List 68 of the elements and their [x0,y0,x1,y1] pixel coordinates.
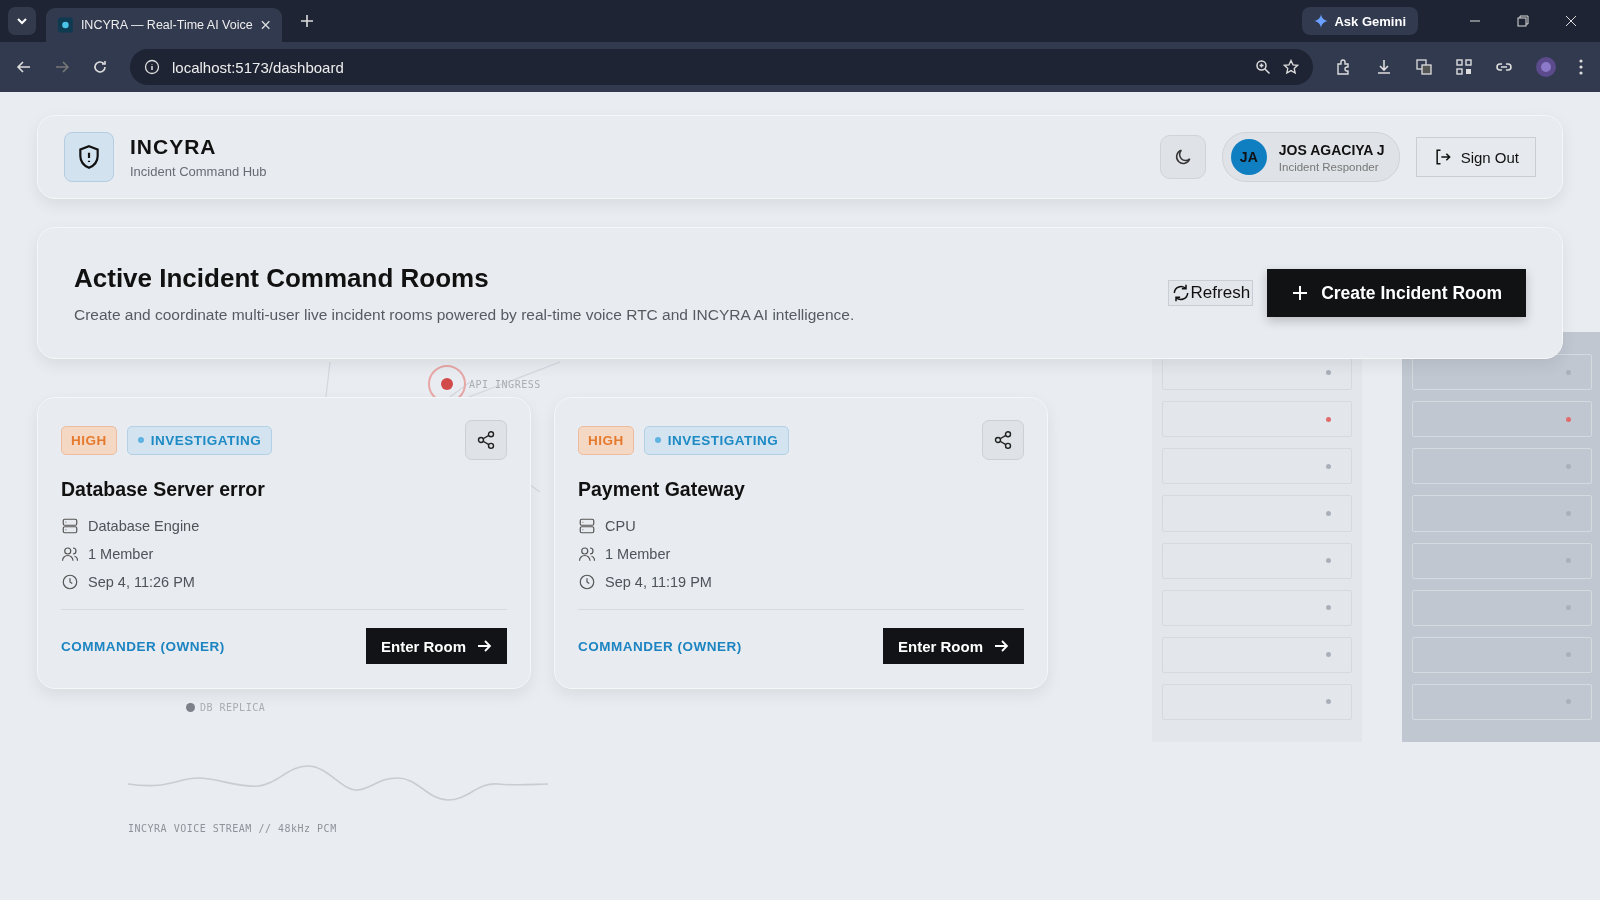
star-icon[interactable] [1283,59,1299,75]
service-name: CPU [605,518,636,534]
room-role: COMMANDER (OWNER) [578,638,742,654]
incident-title: Payment Gateway [578,478,746,501]
tab-title: INCYRA — Real-Time AI Voice [80,18,253,32]
new-tab-icon[interactable] [300,14,314,28]
profile-avatar-icon[interactable] [1535,56,1557,78]
browser-tab[interactable]: INCYRA — Real-Time AI Voice [46,8,282,42]
created-time: Sep 4, 11:26 PM [88,574,195,590]
user-badge[interactable]: JA JOS AGACIYA J Incident Responder [1221,132,1400,182]
enter-room-button[interactable]: Enter Room [883,628,1024,664]
address-bar[interactable]: localhost:5173/dashboard [130,49,1313,85]
share-button[interactable] [465,420,507,460]
user-name: JOS AGACIYA J [1278,141,1385,158]
ask-gemini-button[interactable]: Ask Gemini [1302,7,1418,35]
page-description: Create and coordinate multi-user live incident rooms powered by real-time voice RTC and INCYRA AI intelligence. [74,305,856,324]
member-count: 1 Member [605,546,671,562]
status-badge: INVESTIGATING [643,425,790,455]
plus-icon [1291,284,1310,302]
tab-list-button[interactable] [8,7,36,35]
users-icon [61,545,79,563]
share-button[interactable] [982,420,1024,460]
chevron-down-icon [16,17,28,25]
zoom-icon[interactable] [1255,59,1271,75]
shield-icon [64,132,114,182]
restore-icon[interactable] [1517,15,1529,27]
status-badge: INVESTIGATING [126,425,273,455]
incident-title: Database Server error [61,478,266,501]
info-icon[interactable] [144,59,160,75]
users-icon [578,545,596,563]
enter-room-button[interactable]: Enter Room [366,628,507,664]
member-count: 1 Member [88,546,154,562]
close-icon[interactable] [1565,15,1577,27]
node-label: DB REPLICA [186,702,266,713]
sign-out-button[interactable]: Sign Out [1415,137,1536,177]
created-time: Sep 4, 11:19 PM [605,574,712,590]
severity-badge: HIGH [578,425,634,455]
share-icon [993,430,1013,450]
service-name: Database Engine [88,518,200,534]
refresh-button[interactable]: Refresh [1167,280,1254,306]
forward-icon[interactable] [54,59,70,75]
stream-caption: INCYRA VOICE STREAM // 48kHz PCM [128,823,337,834]
arrow-right-icon [993,638,1009,654]
close-icon[interactable] [260,20,270,30]
translate-icon[interactable] [1415,58,1433,76]
server-icon [578,517,596,535]
user-avatar: JA [1230,139,1267,175]
menu-icon[interactable] [1579,59,1583,75]
create-room-button[interactable]: Create Incident Room [1267,269,1526,317]
clock-icon [61,573,79,591]
server-icon [61,517,79,535]
site-favicon-icon [58,17,73,33]
back-icon[interactable] [16,59,32,75]
arrow-right-icon [476,638,492,654]
qr-code-icon[interactable] [1455,58,1473,76]
brand-name: INCYRA [130,135,218,159]
reload-icon[interactable] [92,59,108,75]
user-role: Incident Responder [1278,160,1380,173]
url-text: localhost:5173/dashboard [172,58,344,76]
theme-toggle-button[interactable] [1159,135,1206,179]
severity-badge: HIGH [61,425,117,455]
share-icon [476,430,496,450]
brand-subtitle: Incident Command Hub [130,164,267,179]
download-icon[interactable] [1375,58,1393,76]
page-title: Active Incident Command Rooms [74,262,490,294]
sparkle-icon [1314,14,1329,28]
clock-icon [578,573,596,591]
room-role: COMMANDER (OWNER) [61,638,225,654]
